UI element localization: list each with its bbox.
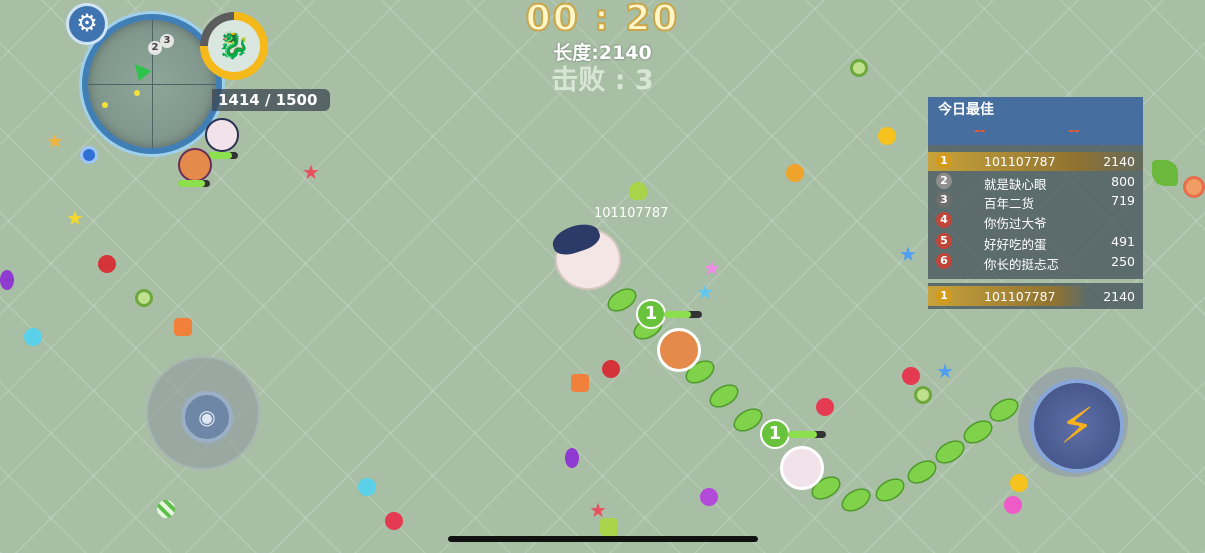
heart-candy-icon xyxy=(385,512,403,530)
donut-candy-icon xyxy=(914,386,932,404)
cake-candy-icon xyxy=(629,182,647,200)
fruit-candy-icon xyxy=(786,164,804,182)
boost-button[interactable]: ⚡ xyxy=(1018,367,1128,477)
snake-segment-avatar xyxy=(657,328,701,372)
donut-candy-icon xyxy=(135,289,153,307)
donut-candy-icon xyxy=(1183,176,1205,198)
zongzi-candy-icon xyxy=(1152,160,1178,186)
star-candy-icon: ★ xyxy=(66,206,84,230)
snake-body xyxy=(0,0,1205,553)
star-candy-icon: ★ xyxy=(936,359,954,383)
heart-candy-icon xyxy=(902,367,920,385)
star-candy-icon: ★ xyxy=(696,280,714,304)
segment-hp-bar xyxy=(664,311,702,318)
movement-joystick[interactable]: ◉ xyxy=(146,356,260,470)
gem-candy-icon xyxy=(358,478,376,496)
striped-candy-icon xyxy=(157,500,175,518)
gem-candy-icon xyxy=(98,255,116,273)
lightning-icon: ⚡ xyxy=(1030,379,1124,473)
snake-segment-avatar xyxy=(780,446,824,490)
cake-candy-icon xyxy=(600,518,618,536)
egg-candy-icon xyxy=(0,270,14,290)
star-candy-icon: ★ xyxy=(46,129,64,153)
donut-candy-icon xyxy=(850,59,868,77)
home-indicator xyxy=(448,536,758,542)
star-candy-icon: ★ xyxy=(302,160,320,184)
star-candy-icon: ★ xyxy=(589,498,607,522)
gem-candy-icon xyxy=(602,360,620,378)
donut-candy-icon xyxy=(80,146,98,164)
egg-candy-icon xyxy=(565,448,579,468)
gem-candy-icon xyxy=(700,488,718,506)
heart-candy-icon xyxy=(816,398,834,416)
segment-level-badge: 1 xyxy=(636,299,666,329)
segment-level-badge: 1 xyxy=(760,419,790,449)
cube-candy-icon xyxy=(571,374,589,392)
cube-candy-icon xyxy=(174,318,192,336)
star-candy-icon: ★ xyxy=(899,242,917,266)
gem-candy-icon xyxy=(1004,496,1022,514)
star-candy-icon: ★ xyxy=(703,256,721,280)
segment-hp-bar xyxy=(788,431,826,438)
coin-candy-icon xyxy=(1010,474,1028,492)
gem-candy-icon xyxy=(24,328,42,346)
joystick-icon[interactable]: ◉ xyxy=(181,391,233,443)
coin-candy-icon xyxy=(878,127,896,145)
